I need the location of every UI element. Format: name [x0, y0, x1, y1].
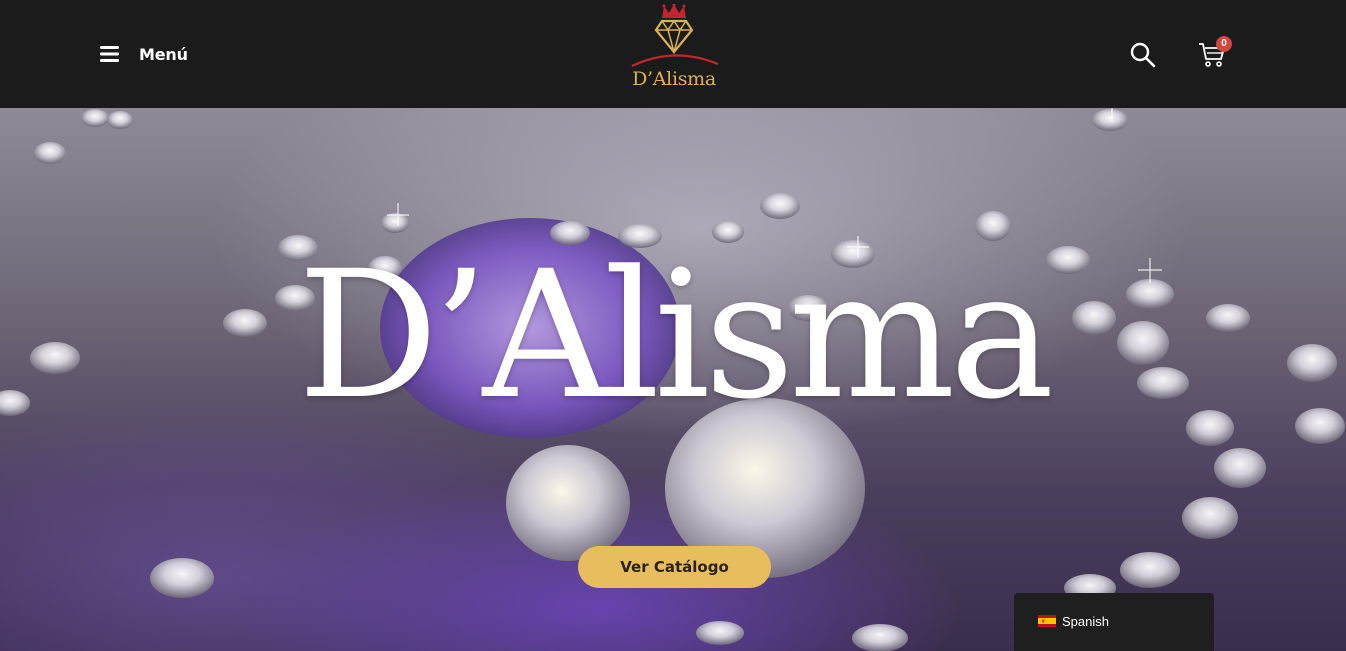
language-switcher[interactable]: Spanish — [1014, 593, 1214, 651]
cart-count-badge: 0 — [1216, 36, 1232, 52]
spain-flag-icon — [1038, 615, 1056, 627]
menu-label: Menú — [139, 44, 188, 64]
crown-diamond-logo-icon — [631, 4, 719, 67]
hero-title: D’Alisma — [297, 233, 1055, 438]
site-logo[interactable]: D’Alisma — [628, 4, 720, 94]
menu-button[interactable]: Menú — [100, 38, 188, 70]
site-header: Menú D’Alisma 0 — [0, 0, 1346, 108]
logo-text: D’Alisma — [632, 68, 716, 90]
language-label: Spanish — [1062, 614, 1109, 629]
view-catalog-button[interactable]: Ver Catálogo — [578, 546, 771, 588]
hero-banner: D’Alisma Ver Catálogo Spanish — [0, 108, 1346, 651]
search-icon[interactable] — [1130, 42, 1156, 68]
hamburger-icon — [100, 46, 119, 62]
